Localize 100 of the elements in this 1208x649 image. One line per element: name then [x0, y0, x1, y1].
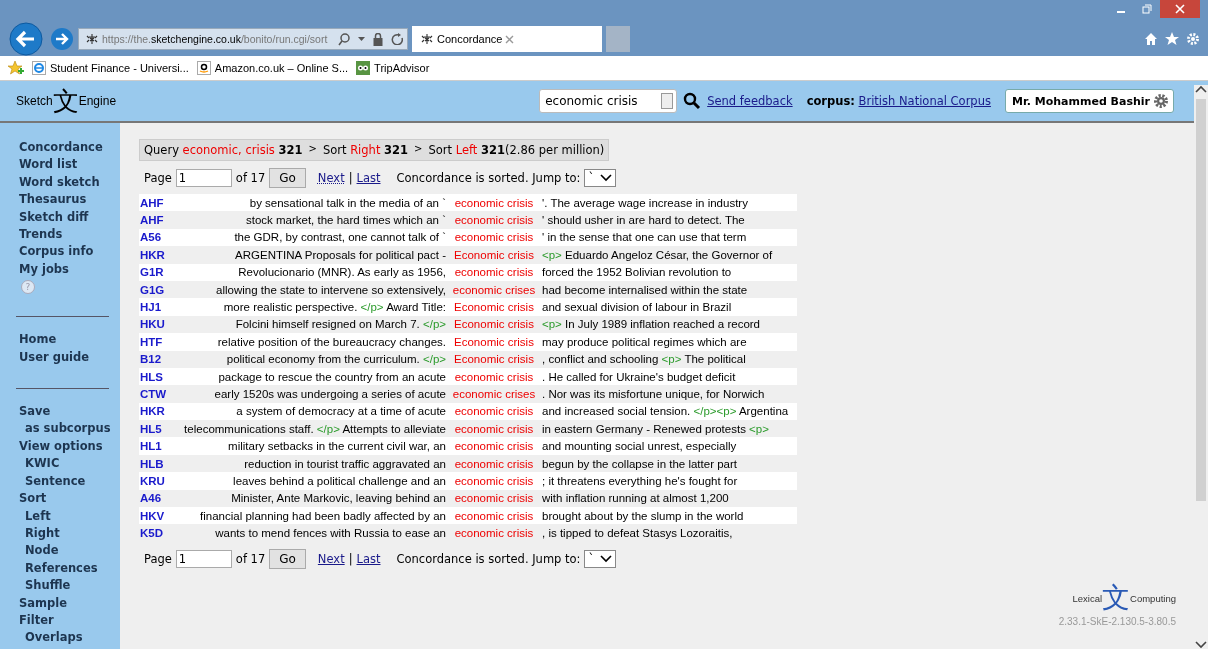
reference-link[interactable]: HKR [139, 248, 167, 261]
refresh-icon[interactable] [391, 33, 403, 45]
reference-link[interactable]: K5D [139, 527, 167, 540]
sidebar-item[interactable]: Thesaurus [19, 191, 120, 209]
scroll-down-icon[interactable] [1195, 641, 1207, 649]
browser-tab[interactable]: Concordance [412, 26, 602, 52]
reference-link[interactable]: G1G [139, 283, 167, 296]
keyword[interactable]: economic crisis [454, 214, 534, 227]
sidebar-item[interactable]: Concordance [19, 139, 120, 157]
reference-link[interactable]: AHF [139, 196, 167, 209]
keyword[interactable]: Economic crisis [454, 335, 534, 348]
keyword[interactable]: economic crisis [454, 196, 534, 209]
next-link[interactable]: Next [317, 171, 345, 185]
keyword[interactable]: economic crisis [454, 231, 534, 244]
corpus-link[interactable]: British National Corpus [858, 94, 991, 108]
reference-link[interactable]: HTF [139, 335, 167, 348]
sidebar-item[interactable]: Left [19, 507, 120, 525]
close-button[interactable] [1160, 0, 1200, 18]
sidebar-item[interactable]: Word list [19, 156, 120, 174]
sidebar-item[interactable]: Node [19, 542, 120, 560]
scrollbar[interactable] [1194, 85, 1208, 649]
keyword[interactable]: Economic crisis [454, 301, 534, 314]
last-link[interactable]: Last [356, 171, 381, 185]
forward-icon[interactable] [50, 27, 74, 51]
favorite-link[interactable]: TripAdvisor [356, 61, 430, 75]
reference-link[interactable]: HKU [139, 318, 167, 331]
page-field[interactable]: 1 [175, 169, 232, 187]
sidebar-item[interactable]: References [19, 559, 120, 578]
keyword[interactable]: economic crisis [454, 527, 534, 540]
dropdown-arrow-icon[interactable] [358, 37, 365, 41]
sidebar-item[interactable]: Overlaps [19, 629, 120, 647]
scroll-up-icon[interactable] [1195, 85, 1207, 93]
sidebar-item[interactable]: Sketch diff [19, 208, 120, 227]
reference-link[interactable]: HL5 [139, 422, 167, 435]
search-icon[interactable] [683, 92, 702, 110]
star-icon[interactable] [1165, 32, 1179, 46]
search-field[interactable]: economic crisis [539, 89, 678, 113]
lock-icon[interactable] [373, 32, 383, 46]
keyword[interactable]: Economic crisis [454, 318, 534, 331]
sidebar-item[interactable]: KWIC [19, 455, 120, 473]
keyword[interactable]: economic crisis [454, 405, 534, 418]
reference-link[interactable]: KRU [139, 474, 167, 487]
sidebar-item[interactable]: User guide [19, 348, 120, 367]
sidebar-item[interactable]: Corpus info [19, 243, 120, 261]
keyword[interactable]: economic crisis [454, 509, 534, 522]
sidebar-item[interactable]: Word sketch [19, 173, 120, 192]
keyword[interactable]: Economic crisis [454, 353, 534, 366]
favorite-link[interactable]: Student Finance - Universi... [32, 61, 189, 75]
reference-link[interactable]: B12 [139, 353, 167, 366]
keyword[interactable]: economic crisis [454, 422, 534, 435]
reference-link[interactable]: A46 [139, 492, 167, 505]
reference-link[interactable]: HLB [139, 457, 167, 470]
page-field[interactable]: 1 [175, 549, 232, 568]
reference-link[interactable]: A56 [139, 231, 167, 244]
keyword[interactable]: economic crisis [454, 266, 534, 279]
sidebar-item[interactable]: Right [19, 524, 120, 543]
sidebar-item[interactable]: Sample [19, 594, 120, 612]
sidebar-item[interactable]: My jobs [19, 260, 120, 279]
restore-icon[interactable] [1142, 4, 1152, 14]
reference-link[interactable]: AHF [139, 214, 167, 227]
address-bar[interactable]: https://the.sketchengine.co.uk/bonito/run.cgi/sort [78, 28, 408, 50]
keyword[interactable]: Economic crisis [454, 248, 534, 261]
reference-link[interactable]: HKV [139, 509, 167, 522]
jump-dropdown[interactable]: ` [584, 169, 617, 187]
back-icon[interactable] [9, 22, 43, 56]
close-icon[interactable] [505, 34, 515, 44]
keyword[interactable]: economic crisis [454, 457, 534, 470]
keyword[interactable]: economic crisis [454, 370, 534, 383]
keyword[interactable]: economic crisis [454, 492, 534, 505]
user-button[interactable]: Mr. Mohammed Bashir [1004, 89, 1174, 113]
sidebar-item[interactable]: Sort [19, 490, 120, 508]
keyword[interactable]: economic crises [452, 283, 536, 296]
sidebar-item[interactable]: Filter [19, 611, 120, 630]
sidebar-item[interactable]: Save [19, 403, 120, 421]
go-button[interactable]: Go [269, 168, 306, 188]
next-link[interactable]: Next [317, 551, 345, 566]
settings-icon[interactable] [1186, 32, 1200, 46]
reference-link[interactable]: HLS [139, 370, 167, 383]
reference-link[interactable]: HL1 [139, 440, 167, 453]
reference-link[interactable]: HJ1 [139, 301, 167, 314]
sidebar-item[interactable]: Shuffle [19, 577, 120, 595]
sidebar-item[interactable]: Sentence [19, 472, 120, 491]
send-feedback-link[interactable]: Send feedback [707, 94, 793, 108]
sidebar-item[interactable]: View options [19, 437, 120, 456]
reference-link[interactable]: CTW [139, 388, 167, 400]
keyword[interactable]: economic crisis [454, 440, 534, 453]
sidebar-item[interactable]: Home [19, 331, 120, 349]
search-icon[interactable] [338, 32, 350, 46]
go-button[interactable]: Go [269, 548, 306, 569]
sidebar-item[interactable]: Trends [19, 226, 120, 244]
favorite-link[interactable]: Amazon.co.uk – Online S... [196, 61, 349, 75]
keyword[interactable]: economic crisis [454, 474, 534, 487]
last-link[interactable]: Last [356, 551, 381, 566]
home-icon[interactable] [1144, 32, 1158, 46]
reference-link[interactable]: HKR [139, 405, 167, 418]
jump-dropdown[interactable]: ` [584, 549, 617, 568]
gear-icon[interactable] [1153, 93, 1169, 109]
favorites-star-icon[interactable] [8, 61, 24, 75]
keyword[interactable]: economic crises [452, 388, 536, 400]
reference-link[interactable]: G1R [139, 266, 167, 279]
